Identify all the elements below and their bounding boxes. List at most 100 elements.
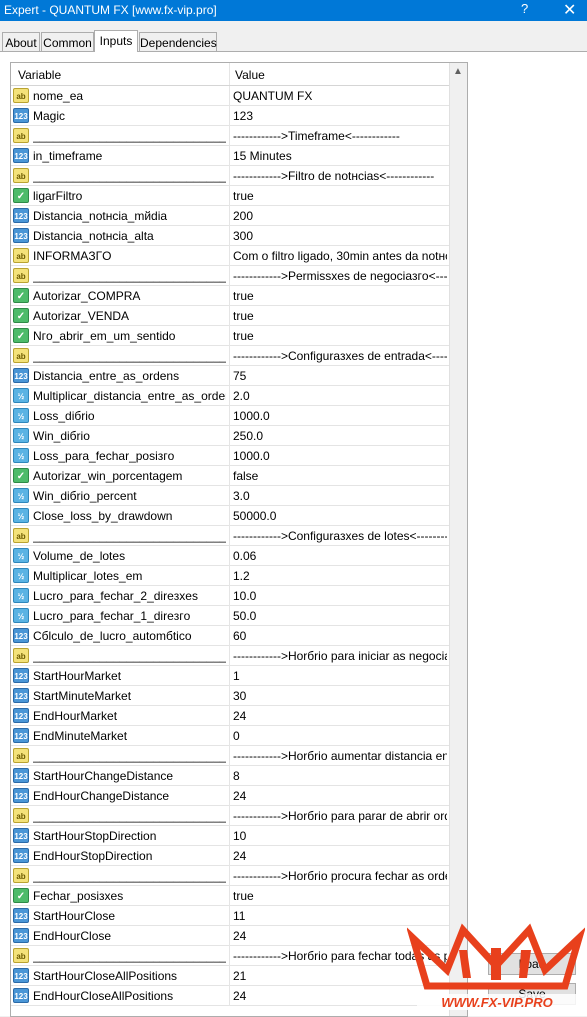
table-row[interactable]: 123 EndHourMarket 24 (11, 706, 449, 726)
table-row[interactable]: ab ________________________________ ------… (11, 866, 449, 886)
variable-value[interactable]: ------------>Timeframe<------------ (233, 129, 447, 143)
variable-value[interactable]: 24 (233, 789, 447, 803)
variable-name: Close_loss_by_drawdown (33, 509, 173, 523)
column-header-variable[interactable]: Variable (18, 68, 61, 82)
table-row[interactable]: 123 StartHourStopDirection 10 (11, 826, 449, 846)
tab-inputs[interactable]: Inputs (94, 30, 138, 52)
table-row[interactable]: ½ Win_diбrio 250.0 (11, 426, 449, 446)
table-row[interactable]: 123 Distancia_notнcia_mйdia 200 (11, 206, 449, 226)
table-row[interactable]: 123 StartHourChangeDistance 8 (11, 766, 449, 786)
table-row[interactable]: 123 Magic 123 (11, 106, 449, 126)
variable-value[interactable]: 50000.0 (233, 509, 447, 523)
variable-value[interactable]: 200 (233, 209, 447, 223)
table-row[interactable]: ✓ Autorizar_win_porcentagem false (11, 466, 449, 486)
variable-value[interactable]: 2.0 (233, 389, 447, 403)
variable-value[interactable]: 1000.0 (233, 409, 447, 423)
table-row[interactable]: ½ Multiplicar_distancia_entre_as_ordens 2.… (11, 386, 449, 406)
variable-value[interactable]: ------------>Horбrio aumentar distancia … (233, 749, 447, 763)
tab-dependencies[interactable]: Dependencies (139, 32, 217, 51)
tab-about[interactable]: About (2, 32, 40, 51)
table-row[interactable]: 123 EndHourCloseAllPositions 24 (11, 986, 449, 1006)
table-row[interactable]: ½ Close_loss_by_drawdown 50000.0 (11, 506, 449, 526)
scroll-up-arrow-icon[interactable]: ▲ (453, 66, 463, 77)
table-row[interactable]: ab ________________________________ ------… (11, 526, 449, 546)
table-row[interactable]: 123 EndHourChangeDistance 24 (11, 786, 449, 806)
table-row[interactable]: ✓ ligarFiltro true (11, 186, 449, 206)
table-row[interactable]: 123 EndHourClose 24 (11, 926, 449, 946)
variable-value[interactable]: Com o filtro ligado, 30min antes da notн… (233, 249, 447, 263)
table-row[interactable]: 123 EndMinuteMarket 0 (11, 726, 449, 746)
table-row[interactable]: ½ Lucro_para_fechar_2_direзхes 10.0 (11, 586, 449, 606)
variable-value[interactable]: 1000.0 (233, 449, 447, 463)
table-row[interactable]: ab ________________________________ ------… (11, 946, 449, 966)
table-row[interactable]: ✓ Autorizar_COMPRA true (11, 286, 449, 306)
variable-value[interactable]: ------------>Configuraзхes de lotes<----… (233, 529, 447, 543)
table-row[interactable]: ab ________________________________ ------… (11, 126, 449, 146)
variable-value[interactable]: false (233, 469, 447, 483)
variable-value[interactable]: QUANTUM FX (233, 89, 447, 103)
variable-value[interactable]: 24 (233, 849, 447, 863)
table-row[interactable]: ab INFORMAЗГO Com o filtro ligado, 30min a… (11, 246, 449, 266)
variable-value[interactable]: true (233, 329, 447, 343)
variable-value[interactable]: 24 (233, 709, 447, 723)
table-row[interactable]: ab ________________________________ ------… (11, 746, 449, 766)
variable-value[interactable]: 1.2 (233, 569, 447, 583)
variable-value[interactable]: 15 Minutes (233, 149, 447, 163)
table-row[interactable]: ab ________________________________ ------… (11, 806, 449, 826)
variable-value[interactable]: 10 (233, 829, 447, 843)
variable-value[interactable]: 123 (233, 109, 447, 123)
variable-value[interactable]: 30 (233, 689, 447, 703)
variable-value[interactable]: 75 (233, 369, 447, 383)
close-button[interactable]: ✕ (563, 0, 576, 20)
tab-common[interactable]: Common (41, 32, 94, 51)
variable-value[interactable]: 1 (233, 669, 447, 683)
variable-value[interactable]: 8 (233, 769, 447, 783)
table-row[interactable]: 123 StartHourClose 11 (11, 906, 449, 926)
table-row[interactable]: 123 Distancia_notнcia_alta 300 (11, 226, 449, 246)
variable-value[interactable]: true (233, 889, 447, 903)
vertical-scrollbar[interactable]: ▲ (449, 63, 467, 1016)
table-row[interactable]: 123 Cбlculo_de_lucro_automбtico 60 (11, 626, 449, 646)
variable-value[interactable]: ------------>Permissхes de negociaзгo<--… (233, 269, 447, 283)
table-row[interactable]: ab ________________________________ ------… (11, 646, 449, 666)
table-row[interactable]: ✓ Autorizar_VENDA true (11, 306, 449, 326)
variable-value[interactable]: 10.0 (233, 589, 447, 603)
table-row[interactable]: ab ________________________________ ------… (11, 346, 449, 366)
table-row[interactable]: ab nome_ea QUANTUM FX (11, 86, 449, 106)
table-row[interactable]: ½ Loss_diбrio 1000.0 (11, 406, 449, 426)
table-row[interactable]: ½ Volume_de_lotes 0.06 (11, 546, 449, 566)
table-row[interactable]: ab ________________________________ ------… (11, 166, 449, 186)
variable-value[interactable]: 50.0 (233, 609, 447, 623)
table-row[interactable]: 123 Distancia_entre_as_ordens 75 (11, 366, 449, 386)
variable-value[interactable]: ------------>Horбrio procura fechar as o… (233, 869, 447, 883)
table-row[interactable]: 123 StartHourMarket 1 (11, 666, 449, 686)
table-row[interactable]: ½ Loss_para_fechar_posiзгo 1000.0 (11, 446, 449, 466)
variable-value[interactable]: 300 (233, 229, 447, 243)
variable-value[interactable]: ------------>Horбrio para parar de abrir… (233, 809, 447, 823)
table-row[interactable]: ½ Multiplicar_lotes_em 1.2 (11, 566, 449, 586)
variable-value[interactable]: ------------>Filtro de notнcias<--------… (233, 169, 447, 183)
variable-value[interactable]: true (233, 289, 447, 303)
variable-value[interactable]: true (233, 309, 447, 323)
table-row[interactable]: 123 EndHourStopDirection 24 (11, 846, 449, 866)
table-row[interactable]: 123 StartHourCloseAllPositions 21 (11, 966, 449, 986)
variable-value[interactable]: 0 (233, 729, 447, 743)
help-button[interactable]: ? (521, 1, 528, 16)
table-row[interactable]: ½ Win_diбrio_percent 3.0 (11, 486, 449, 506)
column-header-value[interactable]: Value (235, 68, 265, 82)
variable-value[interactable]: 0.06 (233, 549, 447, 563)
table-row[interactable]: ✓ Nгo_abrir_em_um_sentido true (11, 326, 449, 346)
variable-value[interactable]: 60 (233, 629, 447, 643)
integer-icon: 123 (13, 228, 29, 243)
table-row[interactable]: 123 StartMinuteMarket 30 (11, 686, 449, 706)
variable-value[interactable]: 3.0 (233, 489, 447, 503)
variable-value[interactable]: ------------>Horбrio para iniciar as neg… (233, 649, 447, 663)
variable-value[interactable]: true (233, 189, 447, 203)
column-divider[interactable] (229, 63, 230, 85)
variable-value[interactable]: ------------>Configuraзхes de entrada<--… (233, 349, 447, 363)
table-row[interactable]: ✓ Fechar_posiзхes true (11, 886, 449, 906)
table-row[interactable]: ½ Lucro_para_fechar_1_direзгo 50.0 (11, 606, 449, 626)
table-row[interactable]: 123 in_timeframe 15 Minutes (11, 146, 449, 166)
table-row[interactable]: ab ________________________________ ------… (11, 266, 449, 286)
variable-value[interactable]: 250.0 (233, 429, 447, 443)
